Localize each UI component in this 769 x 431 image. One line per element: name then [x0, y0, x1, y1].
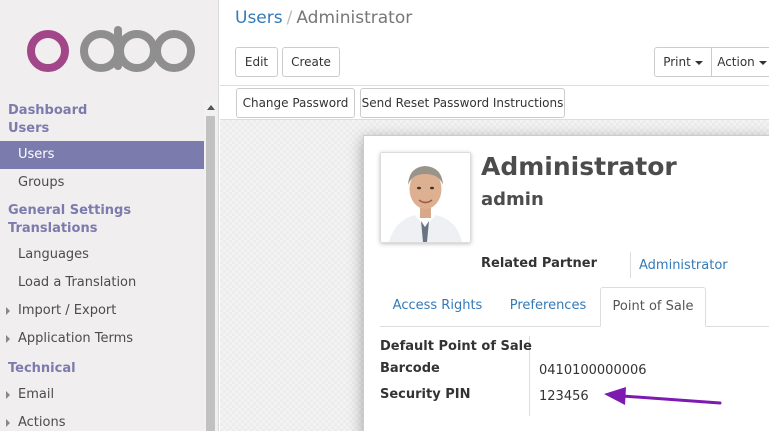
barcode-field[interactable]: 0410100000006: [539, 363, 647, 378]
scrollbar-thumb[interactable]: [206, 116, 215, 431]
caret-right-icon[interactable]: [6, 335, 10, 343]
sidebar-section-translations[interactable]: Translations: [0, 220, 204, 238]
sidebar-item-actions[interactable]: Actions: [0, 409, 204, 431]
sidebar: Dashboard Users Users Groups General Set…: [0, 0, 219, 431]
sidebar-item-users[interactable]: Users: [0, 141, 204, 169]
related-partner-label: Related Partner: [481, 256, 597, 271]
sidebar-scrollbar[interactable]: [204, 101, 217, 431]
default-pos-label: Default Point of Sale: [380, 339, 532, 354]
security-pin-label: Security PIN: [380, 387, 471, 402]
notebook-tabs: Access Rights Preferences Point of Sale: [380, 287, 769, 327]
user-login[interactable]: admin: [481, 189, 544, 210]
print-label: Print: [663, 55, 691, 69]
sidebar-section-general-settings[interactable]: General Settings: [0, 202, 204, 220]
caret-right-icon[interactable]: [6, 391, 10, 399]
create-button[interactable]: Create: [282, 47, 340, 77]
breadcrumb-separator: /: [286, 8, 293, 28]
sidebar-item-email[interactable]: Email: [0, 381, 204, 409]
sidebar-item-label: Email: [18, 387, 55, 402]
caret-right-icon[interactable]: [6, 307, 10, 315]
sidebar-item-groups[interactable]: Groups: [0, 169, 204, 197]
caret-down-icon: [758, 60, 767, 65]
action-label: Action: [717, 55, 755, 69]
scroll-up-arrow-icon[interactable]: [207, 105, 215, 110]
security-pin-field[interactable]: 123456: [539, 389, 589, 404]
edit-button[interactable]: Edit: [235, 47, 278, 77]
barcode-label: Barcode: [380, 361, 440, 376]
send-reset-password-button[interactable]: Send Reset Password Instructions: [360, 88, 565, 118]
tab-access-rights[interactable]: Access Rights: [380, 287, 495, 327]
sidebar-section-users[interactable]: Users: [0, 120, 204, 138]
sidebar-section-technical[interactable]: Technical: [0, 360, 204, 378]
sidebar-item-label: Actions: [18, 415, 66, 430]
user-photo-icon[interactable]: [380, 152, 471, 243]
sidebar-item-application-terms[interactable]: Application Terms: [0, 325, 204, 353]
annotation-arrow-icon: [604, 387, 722, 405]
breadcrumb: Users / Administrator: [235, 8, 412, 28]
control-panel: Users / Administrator Edit Create Print Ac…: [220, 0, 769, 86]
form-view-background: Administrator admin Related Partner Admi…: [220, 120, 769, 431]
sidebar-item-import-export[interactable]: Import / Export: [0, 297, 204, 325]
related-partner-link[interactable]: Administrator: [639, 258, 728, 273]
breadcrumb-current: Administrator: [296, 8, 413, 28]
print-dropdown[interactable]: Print: [654, 47, 712, 77]
sidebar-menu: Dashboard Users Users Groups General Set…: [0, 98, 204, 431]
breadcrumb-users-link[interactable]: Users: [235, 8, 283, 28]
user-name[interactable]: Administrator: [481, 152, 677, 181]
form-statusbar: Change Password Send Reset Password Inst…: [220, 86, 769, 120]
caret-right-icon[interactable]: [6, 419, 10, 427]
tab-preferences[interactable]: Preferences: [498, 287, 598, 327]
tab-point-of-sale[interactable]: Point of Sale: [600, 287, 706, 327]
sidebar-item-load-translation[interactable]: Load a Translation: [0, 269, 204, 297]
caret-down-icon: [694, 60, 703, 65]
sidebar-item-label: Application Terms: [18, 331, 134, 346]
field-separator: [630, 252, 631, 278]
odoo-logo[interactable]: [26, 26, 196, 74]
sidebar-item-languages[interactable]: Languages: [0, 241, 204, 269]
action-dropdown[interactable]: Action: [711, 47, 769, 77]
sidebar-section-dashboard[interactable]: Dashboard: [0, 102, 204, 120]
default-pos-field[interactable]: [539, 339, 739, 355]
change-password-button[interactable]: Change Password: [236, 88, 355, 118]
sidebar-item-label: Import / Export: [18, 303, 117, 318]
